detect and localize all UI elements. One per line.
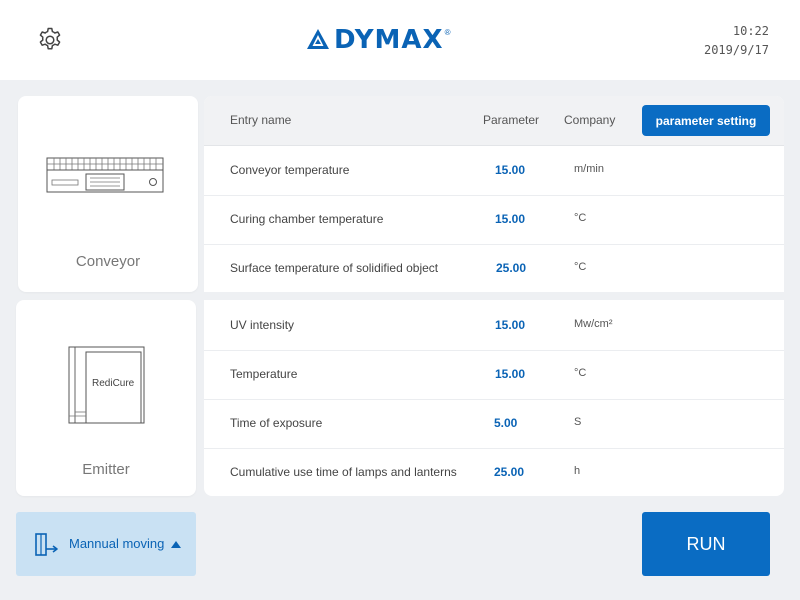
parameter-setting-button[interactable]: parameter setting <box>642 105 770 136</box>
registered-mark: ® <box>444 28 451 37</box>
row-unit: h <box>574 465 581 477</box>
clock-time: 10:22 <box>732 24 769 38</box>
header-company: Company <box>564 113 616 127</box>
header-parameter: Parameter <box>483 113 540 127</box>
emitter-card[interactable]: RediCure Emitter <box>16 300 196 496</box>
row-unit: °C <box>574 261 587 273</box>
row-value[interactable]: 15.00 <box>495 212 525 226</box>
table-row: UV intensity 15.00 Mw/cm² <box>204 301 784 351</box>
header-entry-name: Entry name <box>230 113 292 127</box>
row-value[interactable]: 25.00 <box>496 261 526 275</box>
table-row: Surface temperature of solidified object… <box>204 244 784 293</box>
emitter-image: RediCure <box>68 346 145 424</box>
row-name: Cumulative use time of lamps and lantern… <box>230 465 457 479</box>
dymax-logo: DYMAX ® <box>306 26 450 54</box>
row-name: Surface temperature of solidified object <box>230 261 439 275</box>
row-value[interactable]: 15.00 <box>495 163 525 177</box>
table-header: Entry name Parameter Company parameter s… <box>204 96 784 146</box>
manual-move-icon <box>35 533 58 556</box>
conveyor-card[interactable]: Conveyor <box>18 96 198 292</box>
table-row: Curing chamber temperature 15.00 °C <box>204 195 784 245</box>
dymax-logo-icon <box>307 29 329 49</box>
row-unit: S <box>574 416 582 428</box>
row-name: Temperature <box>230 367 298 381</box>
row-value[interactable]: 15.00 <box>495 318 525 332</box>
row-value[interactable]: 25.00 <box>494 465 524 479</box>
row-value[interactable]: 5.00 <box>494 416 517 430</box>
row-value[interactable]: 15.00 <box>495 367 525 381</box>
row-unit: m/min <box>574 163 604 175</box>
run-button[interactable]: RUN <box>642 512 770 576</box>
emitter-brand: RediCure <box>92 378 135 389</box>
section-divider <box>204 292 784 300</box>
table-row: Conveyor temperature 15.00 m/min <box>204 146 784 196</box>
emitter-label: Emitter <box>82 461 130 478</box>
manual-moving-button[interactable]: Mannual moving <box>16 512 196 576</box>
brand-name: DYMAX <box>334 25 444 55</box>
gear-icon[interactable] <box>36 26 64 54</box>
conveyor-image <box>46 157 164 193</box>
row-name: Curing chamber temperature <box>230 212 384 226</box>
triangle-up-icon <box>171 541 181 548</box>
row-name: Conveyor temperature <box>230 163 350 177</box>
table-row: Temperature 15.00 °C <box>204 350 784 400</box>
conveyor-label: Conveyor <box>75 253 141 270</box>
clock-date: 2019/9/17 <box>703 43 769 57</box>
table-row: Time of exposure 5.00 S <box>204 399 784 449</box>
manual-moving-label: Mannual moving <box>69 536 165 551</box>
row-name: Time of exposure <box>230 416 323 430</box>
header: DYMAX ® 10:22 2019/9/17 <box>0 0 800 80</box>
table-row: Cumulative use time of lamps and lantern… <box>204 448 784 496</box>
row-unit: °C <box>574 367 587 379</box>
row-unit: Mw/cm² <box>574 318 613 330</box>
clock: 10:22 2019/9/17 <box>704 22 769 60</box>
row-unit: °C <box>574 212 587 224</box>
row-name: UV intensity <box>230 318 295 332</box>
parameter-table: Entry name Parameter Company parameter s… <box>204 96 784 496</box>
